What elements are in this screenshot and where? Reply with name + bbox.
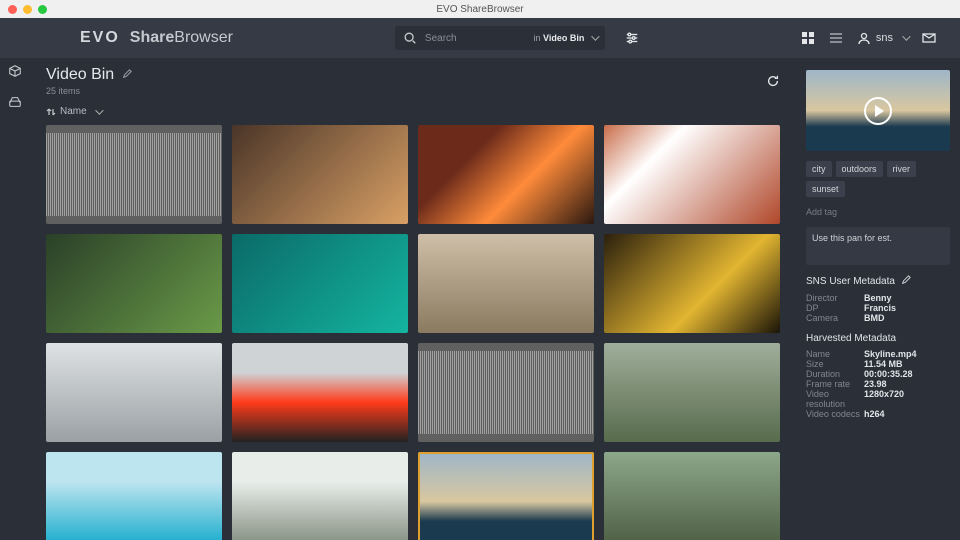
metadata-key: Video resolution [806,389,864,409]
window-close-button[interactable] [8,5,17,14]
metadata-value: Skyline.mp4 [864,349,917,359]
metadata-value: BMD [864,313,885,323]
window-title: EVO ShareBrowser [436,4,523,15]
thumbnail[interactable] [232,234,408,333]
grid-view-button[interactable] [801,31,815,45]
tag[interactable]: outdoors [836,161,883,177]
thumbnail[interactable] [46,234,222,333]
tag[interactable]: river [887,161,917,177]
logo-mark: EVO [80,29,120,47]
inspector-panel: cityoutdoorsriver sunset Add tag Use this… [796,58,960,540]
thumbnail[interactable] [604,125,780,224]
thumbnail[interactable] [46,125,222,224]
user-label: sns [876,32,893,44]
metadata-value: 11.54 MB [864,359,903,369]
metadata-key: Camera [806,313,864,323]
user-menu[interactable]: sns [857,31,908,45]
metadata-key: Name [806,349,864,359]
metadata-value: 23.98 [864,379,887,389]
search-placeholder: Search [425,33,457,44]
metadata-row: Duration00:00:35.28 [806,369,950,379]
metadata-row: Size11.54 MB [806,359,950,369]
tag-list: cityoutdoorsriver sunset [806,161,950,197]
sidebar [0,58,30,114]
metadata-value: 1280x720 [864,389,904,409]
metadata-key: Director [806,293,864,303]
tag[interactable]: sunset [806,181,845,197]
metadata-key: DP [806,303,864,313]
content-area: Video Bin 25 items Name [30,58,796,540]
chevron-down-icon [591,32,599,40]
metadata-value: 00:00:35.28 [864,369,913,379]
window-zoom-button[interactable] [38,5,47,14]
search-scope[interactable]: in Video Bin [534,33,597,43]
window-minimize-button[interactable] [23,5,32,14]
metadata-row: Frame rate23.98 [806,379,950,389]
thumbnail[interactable] [604,452,780,540]
mail-icon[interactable] [922,31,936,45]
metadata-value: Francis [864,303,896,313]
chevron-down-icon [902,32,910,40]
note-field[interactable]: Use this pan for est. [806,227,950,265]
package-icon[interactable] [8,64,22,83]
metadata-value: h264 [864,409,885,419]
edit-metadata-button[interactable] [901,275,911,288]
metadata-row: CameraBMD [806,313,950,323]
search-icon [403,31,417,45]
thumbnail[interactable] [604,343,780,442]
metadata-row: DirectorBenny [806,293,950,303]
thumbnail[interactable] [604,234,780,333]
metadata-key: Duration [806,369,864,379]
thumbnail[interactable] [232,125,408,224]
tag[interactable]: city [806,161,832,177]
refresh-button[interactable] [766,74,780,88]
chevron-down-icon [95,106,103,114]
thumbnail[interactable] [418,234,594,333]
thumbnail[interactable] [46,343,222,442]
thumbnail[interactable] [46,452,222,540]
metadata-key: Size [806,359,864,369]
user-icon [857,31,871,45]
metadata-row: Video codecsh264 [806,409,950,419]
page-title: Video Bin [46,66,114,84]
harvested-metadata-heading: Harvested Metadata [806,333,950,344]
logo-text: ShareBrowser [130,29,233,47]
thumbnail-grid [46,125,780,540]
window-titlebar: EVO ShareBrowser [0,0,960,18]
edit-title-button[interactable] [122,66,132,84]
app-header: EVO ShareBrowser Search in Video Bin sns [0,18,960,58]
metadata-row: NameSkyline.mp4 [806,349,950,359]
app-logo: EVO ShareBrowser [80,29,233,47]
add-tag-button[interactable]: Add tag [806,207,950,217]
thumbnail[interactable] [418,452,594,540]
thumbnail[interactable] [418,125,594,224]
drive-icon[interactable] [8,95,22,114]
thumbnail[interactable] [232,343,408,442]
user-metadata-heading: SNS User Metadata [806,276,895,287]
sort-label: Name [60,106,87,117]
metadata-key: Frame rate [806,379,864,389]
play-icon[interactable] [864,97,892,125]
metadata-key: Video codecs [806,409,864,419]
thumbnail[interactable] [418,343,594,442]
search-input[interactable]: Search in Video Bin [395,26,605,50]
sort-control[interactable]: Name [46,106,780,117]
thumbnail[interactable] [232,452,408,540]
item-count: 25 items [46,86,132,96]
metadata-row: Video resolution1280x720 [806,389,950,409]
list-view-button[interactable] [829,31,843,45]
filter-button[interactable] [625,31,639,45]
metadata-value: Benny [864,293,892,303]
metadata-row: DPFrancis [806,303,950,313]
preview-player[interactable] [806,70,950,151]
